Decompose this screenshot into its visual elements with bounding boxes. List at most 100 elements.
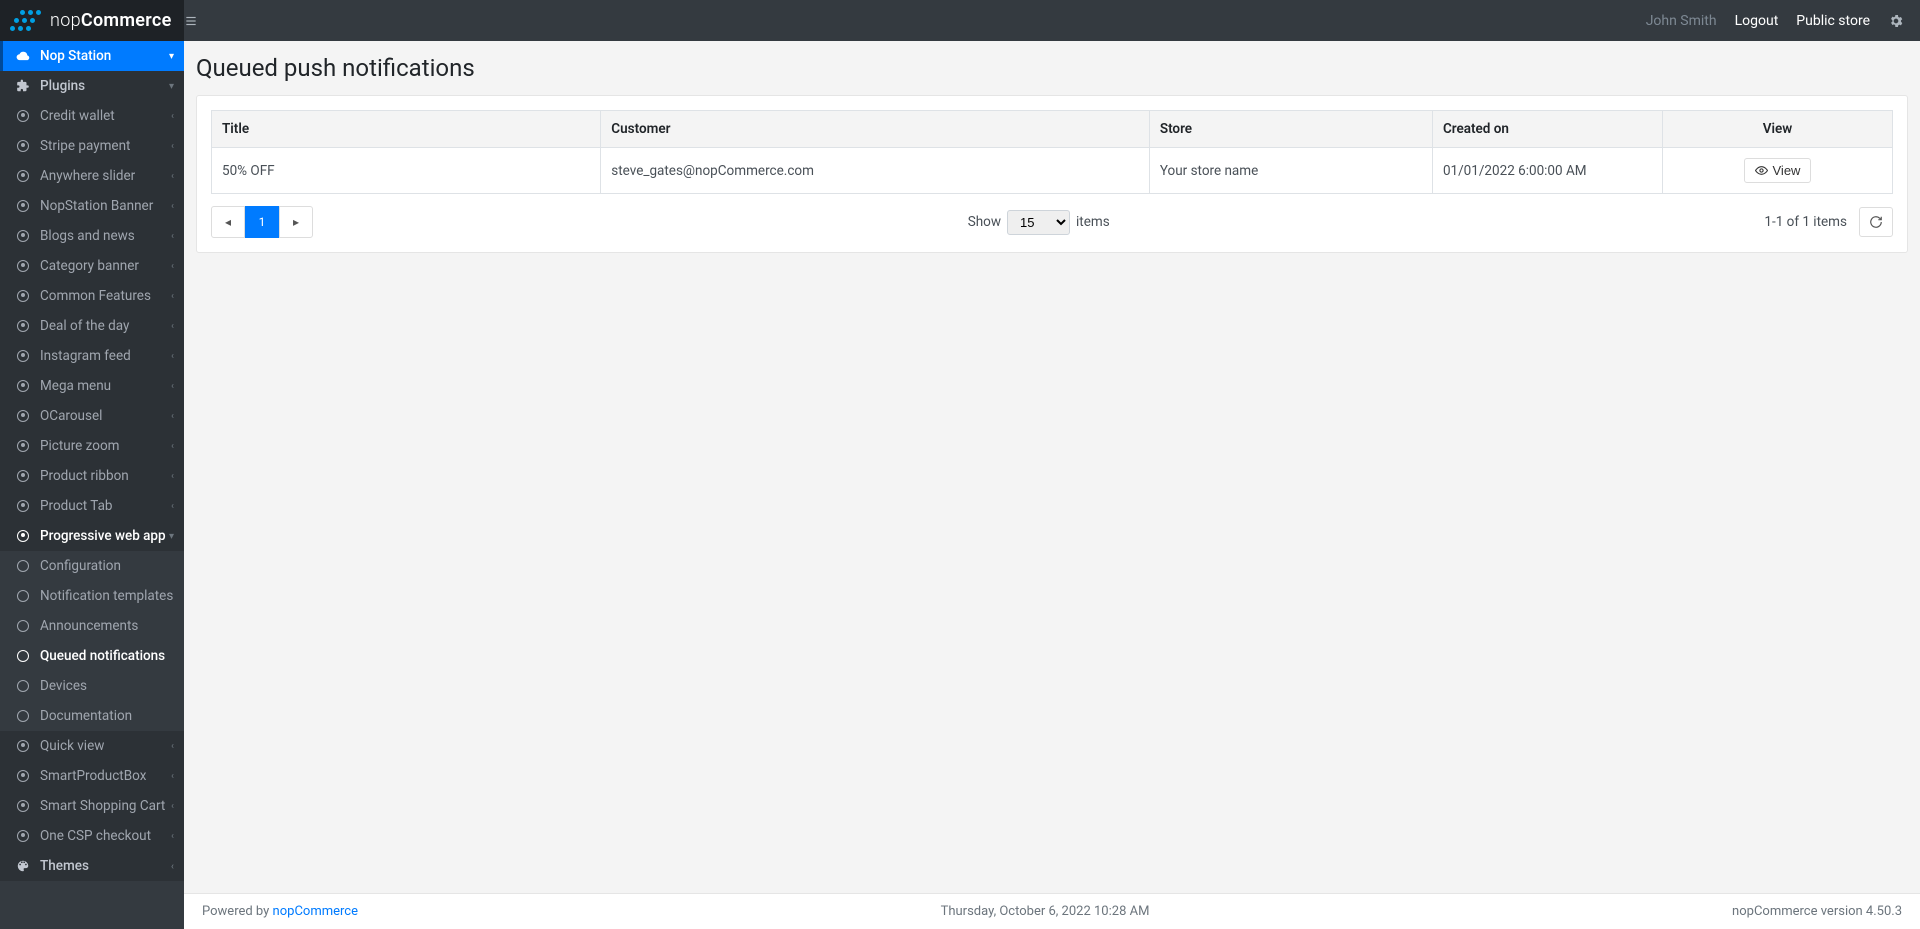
sidebar: Nop Station ▾ Plugins ▾ Credit wallet‹St… [0,41,184,929]
sidebar-item-stripe-payment[interactable]: Stripe payment‹ [0,131,184,161]
sidebar-item-queued-notifications[interactable]: Queued notifications [0,641,184,671]
chevron-left-icon: ‹ [171,171,174,182]
sidebar-item-plugins[interactable]: Plugins ▾ [0,71,184,101]
chevron-left-icon: ‹ [171,411,174,422]
sidebar-item-themes[interactable]: Themes ‹ [0,851,184,881]
circle-icon [14,410,32,422]
sidebar-item-ocarousel[interactable]: OCarousel‹ [0,401,184,431]
circle-icon [14,590,32,602]
sidebar-item-quick-view[interactable]: Quick view‹ [0,731,184,761]
sidebar-item-label: Documentation [40,708,174,724]
sidebar-item-label: Notification templates [40,588,174,604]
circle-icon [14,500,32,512]
items-label: items [1076,214,1110,230]
chevron-left-icon: ‹ [171,381,174,392]
sidebar-item-label: Themes [40,858,171,874]
pager-prev[interactable]: ◂ [211,206,245,238]
sidebar-item-label: Picture zoom [40,438,171,454]
gear-icon[interactable] [1888,13,1904,29]
sidebar-item-notification-templates[interactable]: Notification templates [0,581,184,611]
pager-page[interactable]: 1 [245,206,279,238]
sidebar-item-smartproductbox[interactable]: SmartProductBox‹ [0,761,184,791]
sidebar-item-label: One CSP checkout [40,828,171,844]
circle-icon [14,110,32,122]
sidebar-item-smart-shopping-cart[interactable]: Smart Shopping Cart‹ [0,791,184,821]
sidebar-item-nopstation-banner[interactable]: NopStation Banner‹ [0,191,184,221]
sidebar-item-mega-menu[interactable]: Mega menu‹ [0,371,184,401]
pager-next[interactable]: ▸ [279,206,313,238]
sidebar-item-label: Credit wallet [40,108,171,124]
circle-icon [14,620,32,632]
powered-link[interactable]: nopCommerce [273,904,358,919]
col-title[interactable]: Title [212,111,601,148]
plugins-sub-group-after: Quick view‹SmartProductBox‹Smart Shoppin… [0,731,184,851]
circle-icon [14,320,32,332]
page-size-select[interactable]: 15 [1007,210,1070,235]
logo-area[interactable]: nopCommerce [0,0,184,41]
cell-store: Your store name [1149,148,1432,194]
footer-date: Thursday, October 6, 2022 10:28 AM [358,904,1732,919]
sidebar-item-label: Blogs and news [40,228,171,244]
sidebar-item-anywhere-slider[interactable]: Anywhere slider‹ [0,161,184,191]
col-store[interactable]: Store [1149,111,1432,148]
circle-icon [14,200,32,212]
sidebar-item-common-features[interactable]: Common Features‹ [0,281,184,311]
circle-icon [14,740,32,752]
chevron-left-icon: ‹ [171,201,174,212]
sidebar-toggle[interactable] [184,14,224,28]
puzzle-icon [14,79,32,93]
sidebar-item-devices[interactable]: Devices [0,671,184,701]
sidebar-item-product-ribbon[interactable]: Product ribbon‹ [0,461,184,491]
topbar-right: John Smith Logout Public store [1646,13,1920,29]
col-created[interactable]: Created on [1432,111,1662,148]
sidebar-item-one-csp-checkout[interactable]: One CSP checkout‹ [0,821,184,851]
sidebar-item-label: Quick view [40,738,171,754]
chevron-left-icon: ‹ [171,351,174,362]
circle-icon [14,380,32,392]
col-view: View [1662,111,1892,148]
logout-link[interactable]: Logout [1735,13,1779,29]
refresh-button[interactable] [1859,207,1893,237]
sidebar-item-label: Queued notifications [40,648,174,664]
circle-icon [14,230,32,242]
sidebar-item-nop-station[interactable]: Nop Station ▾ [0,41,184,71]
circle-icon [14,680,32,692]
sidebar-item-label: OCarousel [40,408,171,424]
grid-card: Title Customer Store Created on View 50%… [196,95,1908,253]
logo-text: nopCommerce [50,10,172,31]
view-button[interactable]: View [1744,158,1812,183]
sidebar-item-label: Progressive web app [40,528,169,544]
circle-icon [14,440,32,452]
pager: ◂ 1 ▸ [211,206,313,238]
show-label: Show [968,214,1001,230]
sidebar-item-deal-of-the-day[interactable]: Deal of the day‹ [0,311,184,341]
sidebar-item-instagram-feed[interactable]: Instagram feed‹ [0,341,184,371]
sidebar-item-label: Announcements [40,618,174,634]
sidebar-item-announcements[interactable]: Announcements [0,611,184,641]
sidebar-item-pwa[interactable]: Progressive web app ▾ [0,521,184,551]
circle-icon [14,800,32,812]
sidebar-item-documentation[interactable]: Documentation [0,701,184,731]
sidebar-item-category-banner[interactable]: Category banner‹ [0,251,184,281]
username[interactable]: John Smith [1646,13,1717,29]
sidebar-item-label: Mega menu [40,378,171,394]
chevron-left-icon: ‹ [171,111,174,122]
circle-icon [14,710,32,722]
powered-prefix: Powered by [202,904,273,919]
sidebar-item-product-tab[interactable]: Product Tab‹ [0,491,184,521]
circle-icon [14,770,32,782]
circle-icon [14,560,32,572]
main: Queued push notifications Title Customer… [184,0,1920,929]
sidebar-item-credit-wallet[interactable]: Credit wallet‹ [0,101,184,131]
cell-title: 50% OFF [212,148,601,194]
summary: 1-1 of 1 items [1764,214,1847,230]
col-customer[interactable]: Customer [601,111,1150,148]
sidebar-item-picture-zoom[interactable]: Picture zoom‹ [0,431,184,461]
chevron-left-icon: ‹ [171,501,174,512]
content-body: Title Customer Store Created on View 50%… [184,95,1920,893]
public-store-link[interactable]: Public store [1796,13,1870,29]
page-size: Show 15 items [968,210,1110,235]
sidebar-item-blogs-and-news[interactable]: Blogs and news‹ [0,221,184,251]
sidebar-item-configuration[interactable]: Configuration [0,551,184,581]
chevron-left-icon: ‹ [171,771,174,782]
